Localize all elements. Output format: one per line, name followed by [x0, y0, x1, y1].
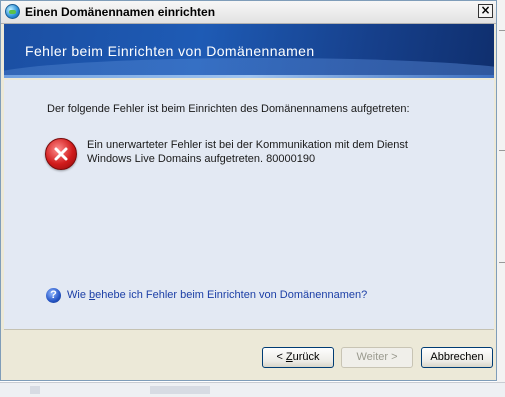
help-link-text-start: Wie — [67, 289, 89, 301]
wizard-content: Der folgende Fehler ist beim Einrichten … — [4, 80, 494, 329]
help-link[interactable]: Wie behebe ich Fehler beim Einrichten vo… — [67, 289, 367, 301]
back-button-suffix: urück — [292, 351, 320, 363]
background-taskbar — [0, 382, 505, 397]
help-question-icon[interactable]: ? — [46, 288, 61, 303]
back-button[interactable]: < Zurück — [262, 347, 334, 368]
error-x-icon — [45, 138, 77, 170]
error-message-line2: Windows Live Domains aufgetreten. 800001… — [87, 153, 316, 165]
error-message: Ein unerwarteter Fehler ist bei der Komm… — [87, 138, 427, 166]
back-button-accesskey: Z — [285, 351, 293, 363]
close-button[interactable]: × — [478, 4, 493, 18]
help-link-text-end: ehebe ich Fehler beim Einrichten von Dom… — [95, 289, 368, 301]
back-button-prefix: < — [276, 351, 286, 363]
intro-text: Der folgende Fehler ist beim Einrichten … — [47, 103, 410, 115]
window-title: Einen Domänennamen einrichten — [25, 5, 216, 19]
globe-icon — [5, 4, 20, 19]
setup-domain-dialog: Einen Domänennamen einrichten × Fehler b… — [0, 0, 497, 381]
background-window-edge — [497, 0, 505, 396]
cancel-button[interactable]: Abbrechen — [421, 347, 493, 368]
title-bar[interactable]: Einen Domänennamen einrichten × — [1, 1, 496, 24]
error-message-line1: Ein unerwarteter Fehler ist bei der Komm… — [87, 139, 408, 151]
next-button[interactable]: Weiter > — [341, 347, 413, 368]
button-bar: < Zurück Weiter > Abbrechen — [4, 329, 494, 380]
wizard-header-banner: Fehler beim Einrichten von Domänennamen — [4, 24, 494, 78]
page-title: Fehler beim Einrichten von Domänennamen — [25, 43, 315, 59]
